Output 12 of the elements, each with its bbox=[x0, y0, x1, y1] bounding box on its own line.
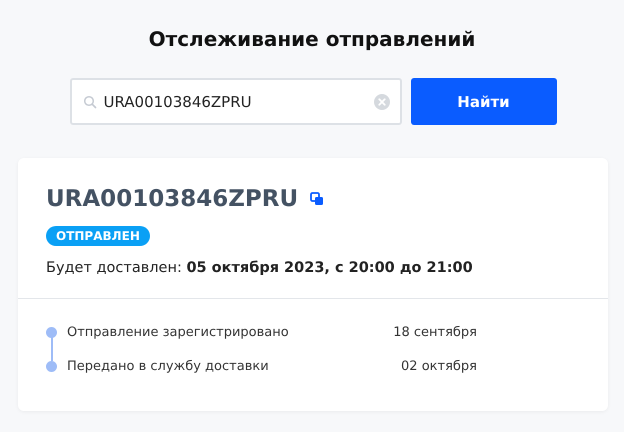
event-label: Передано в службу доставки bbox=[67, 358, 270, 374]
search-icon bbox=[82, 95, 96, 109]
copy-icon[interactable] bbox=[310, 192, 324, 206]
event-date: 18 сентября bbox=[392, 324, 477, 340]
event-label: Отправление зарегистрировано bbox=[67, 324, 290, 340]
delivery-text: Будет доставлен: 05 октября 2023, с 20:00 до 21:00 bbox=[46, 260, 474, 276]
status-badge: ОТПРАВЛЕН bbox=[46, 226, 150, 246]
tracking-number: URA00103846ZPRU bbox=[46, 186, 298, 212]
page-title: Отслеживание отправлений bbox=[148, 26, 476, 53]
search-field[interactable]: URA00103846ZPRU bbox=[70, 78, 402, 125]
event-date: 02 октября bbox=[400, 358, 477, 374]
search-button[interactable]: Найти bbox=[410, 78, 556, 125]
